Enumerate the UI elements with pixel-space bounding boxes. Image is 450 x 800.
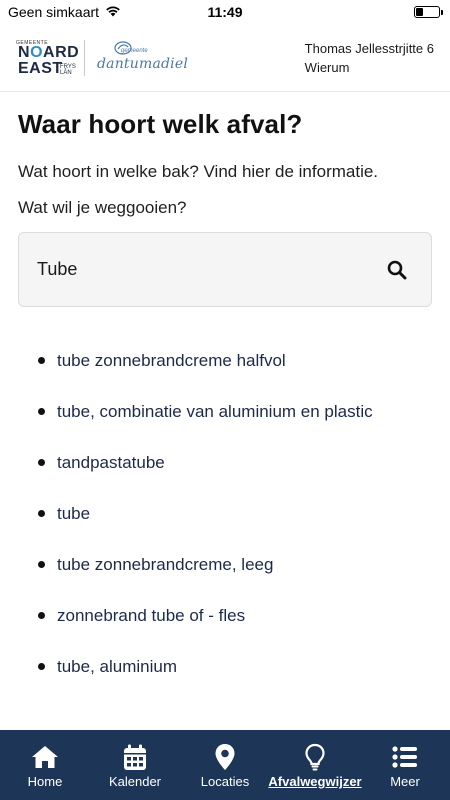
list-item: zonnebrand tube of - fles xyxy=(18,590,432,641)
result-link[interactable]: tube xyxy=(57,504,90,524)
list-item: tube, aluminium xyxy=(18,641,432,692)
calendar-icon xyxy=(123,742,147,772)
main-content: Waar hoort welk afval? Wat hoort in welk… xyxy=(18,92,432,692)
intro-text: Wat hoort in welke bak? Vind hier de inf… xyxy=(18,162,379,181)
list-item: tandpastatube xyxy=(18,437,432,488)
lightbulb-icon xyxy=(304,742,326,772)
bullet xyxy=(38,510,45,517)
bottom-nav: Home Kalender Locaties Afvalwegwijzer Me… xyxy=(0,730,450,800)
list-item: tube zonnebrandcreme, leeg xyxy=(18,539,432,590)
nav-item-meer[interactable]: Meer xyxy=(363,742,447,789)
bullet xyxy=(38,612,45,619)
search-question-label: Wat wil je weggooien? xyxy=(18,198,187,217)
result-link[interactable]: tube, combinatie van aluminium en plasti… xyxy=(57,402,373,422)
selected-address[interactable]: Thomas Jellesstrjitte 6 Wierum xyxy=(305,39,434,77)
logo-divider xyxy=(84,39,85,76)
list-item: tube xyxy=(18,488,432,539)
status-left: Geen simkaart xyxy=(8,4,121,20)
nav-label-afvalwegwijzer: Afvalwegwijzer xyxy=(268,774,362,789)
location-pin-icon xyxy=(214,742,236,772)
noardeast-fryslan-logo: GEMEENTE NOARD EAST FRYS LÂN xyxy=(16,36,82,80)
result-link[interactable]: tube zonnebrandcreme, leeg xyxy=(57,555,273,575)
carrier-label: Geen simkaart xyxy=(8,4,100,20)
app-header: GEMEENTE NOARD EAST FRYS LÂN gemeente da… xyxy=(0,24,450,92)
app-screen: Geen simkaart 11:49 GEMEENTE NOARD EAST … xyxy=(0,0,450,800)
nav-label-home: Home xyxy=(27,774,63,789)
search-button[interactable] xyxy=(385,258,409,282)
nav-item-afvalwegwijzer[interactable]: Afvalwegwijzer xyxy=(268,742,362,789)
bullet xyxy=(38,561,45,568)
nav-item-home[interactable]: Home xyxy=(3,742,87,789)
search-box xyxy=(18,232,432,307)
nav-label-kalender: Kalender xyxy=(108,774,162,789)
nav-label-meer: Meer xyxy=(390,774,420,789)
bullet xyxy=(38,459,45,466)
municipality-logos[interactable]: GEMEENTE NOARD EAST FRYS LÂN gemeente da… xyxy=(16,33,188,83)
logo-fryslan-text: FRYS LÂN xyxy=(60,63,76,76)
logo-dantumadiel-gemeente: gemeente xyxy=(121,47,148,54)
nav-label-locaties: Locaties xyxy=(200,774,250,789)
menu-list-icon xyxy=(392,742,418,772)
page-title: Waar hoort welk afval? xyxy=(18,109,303,139)
search-icon xyxy=(387,260,407,279)
search-results-list: tube zonnebrandcreme halfvol tube, combi… xyxy=(18,335,432,692)
result-link[interactable]: tube zonnebrandcreme halfvol xyxy=(57,351,286,371)
address-street: Thomas Jellesstrjitte 6 xyxy=(304,40,434,56)
result-link[interactable]: tandpastatube xyxy=(57,453,165,473)
list-item: tube zonnebrandcreme halfvol xyxy=(18,335,432,386)
logo-noard-text: NOARD xyxy=(18,43,80,61)
nav-item-locaties[interactable]: Locaties xyxy=(183,742,267,789)
list-item: tube, combinatie van aluminium en plasti… xyxy=(18,386,432,437)
logo-east-text: EAST xyxy=(18,59,63,77)
dantumadiel-logo: gemeente dantumadiel xyxy=(91,36,188,80)
result-link[interactable]: zonnebrand tube of - fles xyxy=(57,606,245,626)
search-input[interactable] xyxy=(37,259,357,280)
nav-item-kalender[interactable]: Kalender xyxy=(93,742,177,789)
result-link[interactable]: tube, aluminium xyxy=(57,657,177,677)
status-bar: Geen simkaart 11:49 xyxy=(0,0,450,24)
bullet xyxy=(38,663,45,670)
bullet xyxy=(38,408,45,415)
address-city: Wierum xyxy=(304,59,350,75)
bullet xyxy=(38,357,45,364)
home-icon xyxy=(30,742,60,772)
logo-dantumadiel-name: dantumadiel xyxy=(97,55,188,72)
wifi-icon xyxy=(105,4,121,20)
battery-icon xyxy=(414,6,443,18)
